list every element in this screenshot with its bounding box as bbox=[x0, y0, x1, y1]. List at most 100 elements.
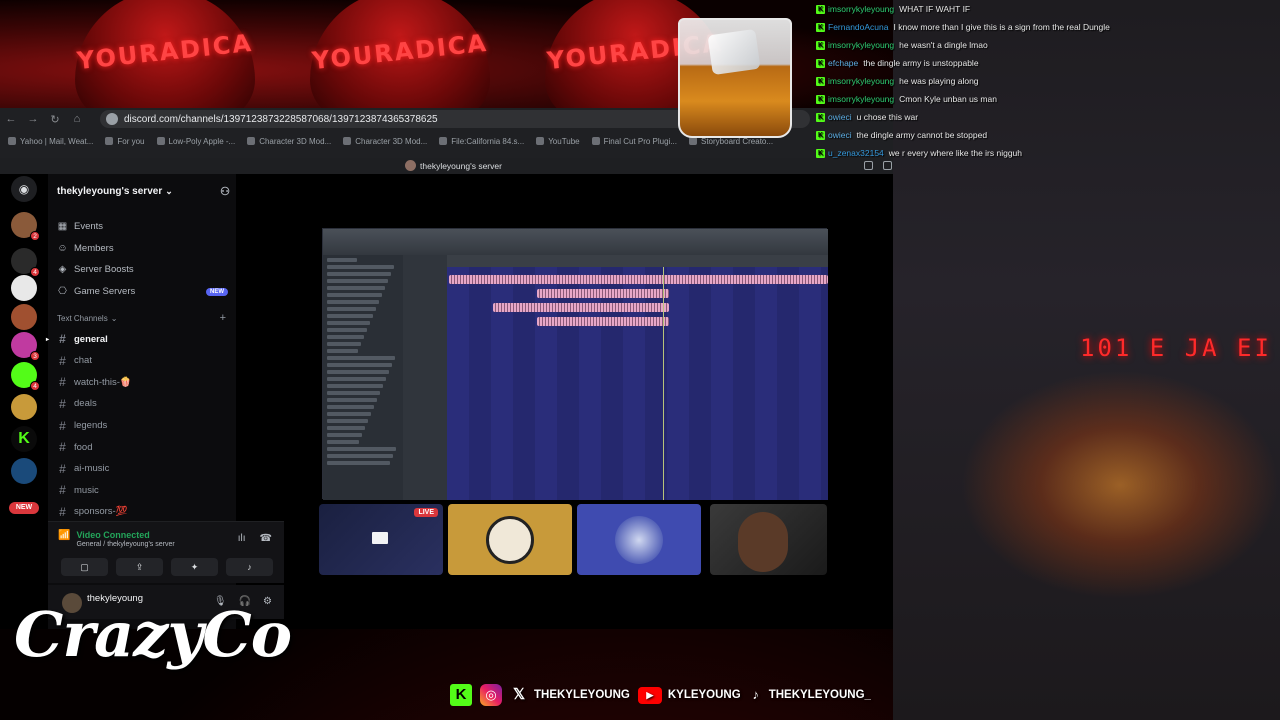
chat-username: efchape bbox=[828, 58, 859, 68]
channel-item[interactable]: # chat bbox=[48, 350, 236, 372]
help-icon[interactable] bbox=[883, 161, 892, 170]
daw-browser-entry bbox=[327, 447, 396, 451]
channel-item[interactable]: # food bbox=[48, 436, 236, 458]
voice-panel: 📶 Video Connected General / thekyleyoung… bbox=[48, 521, 284, 583]
new-badge: NEW bbox=[206, 287, 228, 296]
cap-graphic: YOURADICA bbox=[310, 0, 490, 120]
bookmark-favicon bbox=[536, 137, 545, 145]
noise-suppression-icon[interactable]: ılı bbox=[238, 533, 246, 544]
invite-icon[interactable]: ⚇ bbox=[220, 185, 230, 198]
signal-icon[interactable]: 📶 bbox=[58, 530, 70, 541]
kick-server-icon[interactable]: K bbox=[11, 426, 37, 452]
daw-browser-entry bbox=[327, 335, 364, 339]
kick-badge-icon: K bbox=[816, 58, 825, 68]
hash-icon: # bbox=[59, 483, 66, 498]
forward-icon[interactable]: → bbox=[22, 108, 44, 130]
channel-item[interactable]: # watch-this-🍿 bbox=[48, 372, 236, 394]
add-channel-icon[interactable]: + bbox=[220, 312, 226, 324]
kick-badge-icon: K bbox=[816, 112, 825, 122]
site-info-icon[interactable] bbox=[106, 113, 118, 125]
bookmark-favicon bbox=[247, 137, 256, 145]
chat-message: Kimsorrykyleyoung he wasn't a dingle lmao bbox=[816, 36, 1280, 54]
server-icon[interactable] bbox=[11, 275, 37, 301]
daw-browser-entry bbox=[327, 454, 393, 458]
voice-status-title[interactable]: Video Connected bbox=[76, 530, 174, 540]
server-icon[interactable]: 4 bbox=[11, 248, 40, 277]
bookmark-item[interactable]: For you bbox=[105, 137, 145, 146]
server-icon[interactable]: 4 bbox=[11, 362, 40, 391]
kick-icon: K bbox=[450, 684, 472, 706]
webcam-glow bbox=[960, 370, 1280, 600]
chat-text: I know more than I give this is a sign f… bbox=[893, 22, 1110, 32]
daw-browser-entry bbox=[327, 328, 367, 332]
inbox-icon[interactable] bbox=[864, 161, 873, 170]
boost-icon: ◈ bbox=[58, 264, 67, 276]
channel-list: ▦ Events ☺ Members ◈ Server Boosts ⎔ Game Serve… bbox=[46, 216, 236, 523]
social-x: 𝕏 THEKYLEYOUNG bbox=[510, 684, 630, 706]
participant-tile[interactable] bbox=[577, 504, 701, 575]
daw-browser-entry bbox=[327, 272, 391, 276]
bookmark-item[interactable]: Final Cut Pro Plugi... bbox=[591, 136, 677, 146]
disconnect-icon[interactable]: ☎ bbox=[260, 533, 272, 544]
daw-track-headers bbox=[403, 255, 447, 500]
bookmark-item[interactable]: Character 3D Mod... bbox=[343, 137, 427, 146]
channel-item[interactable]: # music bbox=[48, 480, 236, 502]
discord-home-icon[interactable]: ◉ bbox=[11, 176, 37, 202]
participant-tile-screen[interactable]: LIVE bbox=[319, 504, 443, 575]
channel-name: legends bbox=[74, 420, 108, 432]
hash-icon: # bbox=[59, 418, 66, 433]
channel-item[interactable]: # sponsors-💯 bbox=[48, 501, 236, 523]
chat-text: he was playing along bbox=[899, 76, 979, 86]
bookmark-item[interactable]: YouTube bbox=[536, 137, 580, 146]
server-icon[interactable]: 2 bbox=[11, 212, 40, 241]
daw-browser-entry bbox=[327, 307, 376, 311]
chat-username: FernandoAcuna bbox=[828, 22, 889, 32]
voice-controls: ılı ☎ bbox=[238, 533, 272, 544]
channel-item[interactable]: # deals bbox=[48, 393, 236, 415]
discord-titlebar: thekyleyoung's server bbox=[0, 158, 893, 174]
soundboard-button[interactable]: ♪ bbox=[226, 558, 273, 576]
server-icon[interactable]: 3 bbox=[11, 332, 40, 361]
camera-toggle-button[interactable]: ▢ bbox=[61, 558, 108, 576]
chat-username: imsorrykyleyoung bbox=[828, 76, 895, 86]
activities-button[interactable]: ✦ bbox=[171, 558, 218, 576]
participant-tile[interactable] bbox=[448, 504, 572, 575]
nav-server-boosts[interactable]: ◈ Server Boosts bbox=[48, 259, 236, 281]
kick-badge-icon: K bbox=[816, 130, 825, 140]
chat-text: WHAT IF WAHT IF bbox=[899, 4, 971, 14]
home-icon[interactable]: ⌂ bbox=[66, 108, 88, 130]
led-sign-text: 101 E JA EI bbox=[1080, 334, 1272, 362]
channel-name: food bbox=[74, 441, 93, 453]
new-servers-pill[interactable]: NEW bbox=[9, 502, 39, 514]
bookmark-item[interactable]: Low-Poly Apple -... bbox=[156, 137, 235, 146]
daw-browser-entry bbox=[327, 405, 374, 409]
server-icon[interactable] bbox=[11, 304, 37, 330]
youtube-icon: ▶ bbox=[637, 686, 662, 704]
back-icon[interactable]: ← bbox=[0, 108, 22, 130]
server-header[interactable]: thekyleyoung's server ⌄ ⚇ bbox=[48, 180, 236, 202]
daw-toolbar bbox=[323, 229, 828, 255]
channel-item[interactable]: ▸ # general bbox=[46, 328, 236, 350]
bookmark-item[interactable]: Yahoo | Mail, Weat... bbox=[8, 137, 93, 146]
bookmark-item[interactable]: File:California 84.s... bbox=[439, 137, 524, 146]
voice-location[interactable]: General / thekyleyoung's server bbox=[76, 541, 174, 548]
bookmark-item[interactable]: Character 3D Mod... bbox=[247, 137, 331, 146]
screen-share-button[interactable]: ⇪ bbox=[116, 558, 163, 576]
bookmark-label: Final Cut Pro Plugi... bbox=[603, 136, 677, 146]
daw-browser-entry bbox=[327, 258, 357, 262]
kick-badge-icon: K bbox=[816, 40, 825, 50]
channel-item[interactable]: # legends bbox=[48, 415, 236, 437]
nav-members[interactable]: ☺ Members bbox=[48, 238, 236, 260]
mention-badge: 3 bbox=[30, 351, 40, 361]
kick-badge-icon: K bbox=[816, 22, 825, 32]
server-icon[interactable] bbox=[11, 458, 37, 484]
channel-item[interactable]: # ai-music bbox=[48, 458, 236, 480]
reload-icon[interactable]: ↻ bbox=[44, 108, 66, 130]
category-header[interactable]: Text Channels ⌄ + bbox=[48, 308, 236, 328]
nav-game-servers[interactable]: ⎔ Game Servers NEW bbox=[48, 281, 236, 303]
nav-events[interactable]: ▦ Events bbox=[48, 216, 236, 238]
participant-tile-video[interactable] bbox=[710, 504, 827, 575]
chat-message: Ku_zenax32154 we r every where like the i… bbox=[816, 144, 1280, 162]
server-icon[interactable] bbox=[11, 394, 37, 420]
screen-share-stream[interactable] bbox=[322, 228, 828, 500]
